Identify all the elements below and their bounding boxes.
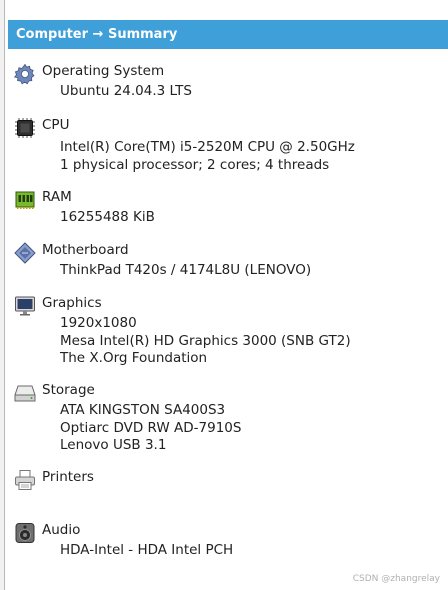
printer-icon	[15, 470, 35, 490]
storage-device: ATA KINGSTON SA400S3	[60, 402, 226, 418]
page-title: Computer → Summary	[16, 27, 178, 42]
storage-device: Lenovo USB 3.1	[60, 437, 167, 453]
section-title: Graphics	[42, 295, 102, 311]
hard-drive-icon	[14, 385, 36, 402]
cpu-model: Intel(R) Core(TM) i5-2520M CPU @ 2.50GHz	[60, 139, 355, 155]
monitor-icon	[15, 296, 35, 316]
section-title: Audio	[42, 522, 81, 538]
section-title: CPU	[42, 117, 70, 133]
page-title-bar: Computer → Summary	[8, 20, 448, 49]
section-title: Motherboard	[42, 242, 129, 258]
section-title: Printers	[42, 469, 94, 485]
display-resolution: 1920x1080	[60, 315, 137, 331]
section-title: Storage	[42, 382, 95, 398]
section-title: Operating System	[42, 63, 165, 79]
speaker-icon	[15, 523, 35, 543]
section-title: RAM	[42, 189, 72, 205]
os-version: Ubuntu 24.04.3 LTS	[60, 83, 193, 99]
display-server: The X.Org Foundation	[60, 350, 208, 366]
audio-device: HDA-Intel - HDA Intel PCH	[60, 542, 234, 558]
cpu-chip-icon	[15, 118, 35, 138]
board-model: ThinkPad T420s / 4174L8U (LENOVO)	[60, 262, 312, 278]
motherboard-icon	[14, 242, 36, 264]
cpu-cores: 1 physical processor; 2 cores; 4 threads	[60, 156, 330, 173]
ram-module-icon	[15, 191, 35, 209]
storage-device: Optiarc DVD RW AD-7910S	[60, 419, 242, 436]
watermark: CSDN @zhangrelay	[352, 574, 440, 584]
ram-total: 16255488 KiB	[60, 209, 155, 225]
gear-icon	[14, 63, 35, 85]
gpu-renderer: Mesa Intel(R) HD Graphics 3000 (SNB GT2)	[60, 332, 351, 349]
